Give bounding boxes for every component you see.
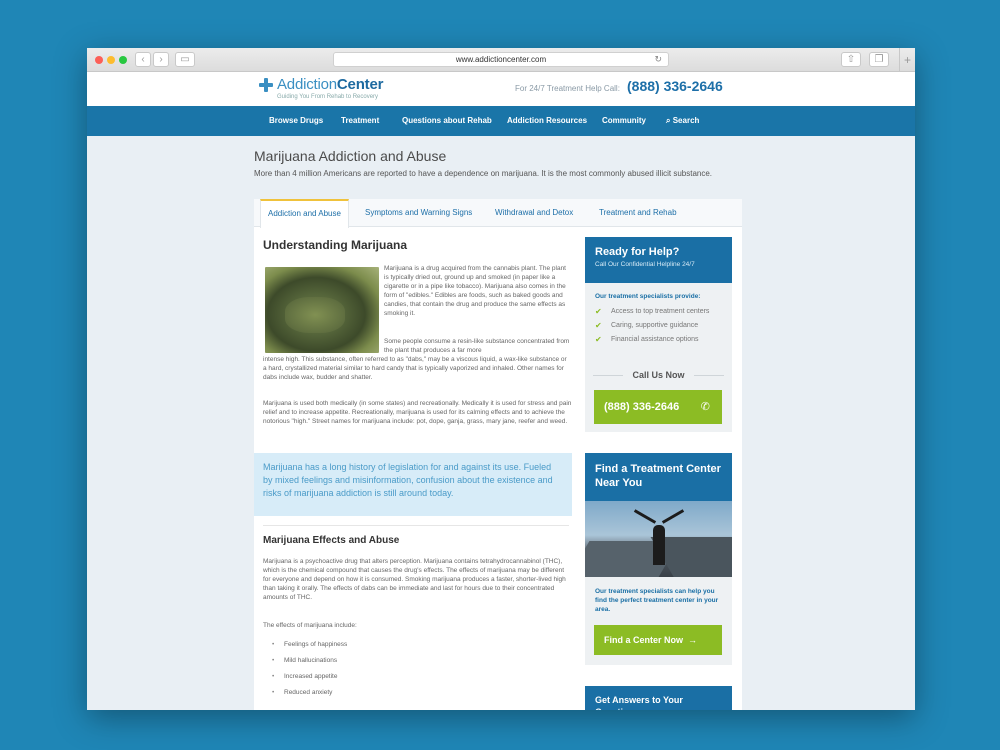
nav-questions-about-rehab[interactable]: Questions about Rehab <box>402 106 492 136</box>
arrow-right-icon: → <box>685 635 698 645</box>
nav-addiction-resources[interactable]: Addiction Resources <box>507 106 587 136</box>
tab-addiction-and-abuse[interactable]: Addiction and Abuse <box>260 199 349 228</box>
new-tab-icon[interactable]: + <box>899 48 915 72</box>
call-button[interactable]: (888) 336-2646 ✆ <box>594 390 722 424</box>
effects-intro: The effects of marijuana include: <box>263 622 357 629</box>
find-center-title: Find a Treatment Center Near You <box>585 453 732 501</box>
help-box-title: Ready for Help? <box>595 246 680 258</box>
helpline-number[interactable]: (888) 336-2646 <box>627 78 723 94</box>
back-icon[interactable]: ‹ <box>135 52 151 67</box>
call-button-label: (888) 336-2646 <box>604 401 680 413</box>
list-item: ✔ Access to top treatment centers <box>595 307 710 316</box>
logo-text: AddictionCenter <box>277 76 384 93</box>
help-box-header: Ready for Help? Call Our Confidential He… <box>585 237 732 283</box>
nav-community[interactable]: Community <box>602 106 646 136</box>
url-text: www.addictioncenter.com <box>455 55 547 64</box>
list-item: Mild hallucinations <box>272 653 347 669</box>
site-header: AddictionCenter Guiding You From Rehab t… <box>87 72 915 106</box>
provide-label: Our treatment specialists provide: <box>595 293 701 300</box>
article-paragraph-2b: intense high. This substance, often refe… <box>263 356 567 381</box>
check-icon: ✔ <box>595 321 602 330</box>
find-center-box: Find a Treatment Center Near You Our tre… <box>585 453 732 665</box>
help-box-subtitle: Call Our Confidential Helpline 24/7 <box>595 261 695 268</box>
help-box: Ready for Help? Call Our Confidential He… <box>585 237 732 432</box>
nav-treatment[interactable]: Treatment <box>341 106 379 136</box>
nav-search-label: Search <box>672 116 700 125</box>
marijuana-photo <box>265 267 379 353</box>
article-paragraph-4: Marijuana is a psychoactive drug that al… <box>263 558 566 601</box>
tab-bar: Addiction and Abuse Symptoms and Warning… <box>254 199 742 228</box>
find-center-button-label: Find a Center Now <box>604 635 684 645</box>
tab-withdrawal-and-detox[interactable]: Withdrawal and Detox <box>495 199 573 227</box>
article-paragraph-1: Marijuana is a drug acquired from the ca… <box>384 265 566 317</box>
list-item: ✔ Financial assistance options <box>595 335 699 344</box>
article-paragraph-2a: Some people consume a resin-like substan… <box>384 338 570 354</box>
tabs-icon[interactable]: ❐ <box>869 52 889 67</box>
forward-icon[interactable]: › <box>153 52 169 67</box>
browser-window: ‹ › ▭ www.addictioncenter.com ↻ ⇧ ❐ + Ad… <box>87 48 915 710</box>
reload-icon[interactable]: ↻ <box>654 53 662 66</box>
page-title: Marijuana Addiction and Abuse <box>254 148 447 164</box>
tab-symptoms-and-warning-signs[interactable]: Symptoms and Warning Signs <box>365 199 472 227</box>
page-description: More than 4 million Americans are report… <box>254 169 713 178</box>
pull-quote: Marijuana has a long history of legislat… <box>254 453 572 516</box>
effects-list: Feelings of happiness Mild hallucination… <box>272 637 347 701</box>
search-icon: ⌕ <box>666 116 671 125</box>
find-center-button[interactable]: Find a Center Now → <box>594 625 722 655</box>
close-window-button[interactable] <box>95 56 103 64</box>
list-item: ✔ Caring, supportive guidance <box>595 321 699 330</box>
helpline-label: For 24/7 Treatment Help Call: <box>515 84 620 93</box>
answers-box-title: Get Answers to Your Questions: <box>585 686 732 710</box>
share-icon[interactable]: ⇧ <box>841 52 861 67</box>
content-card: Addiction and Abuse Symptoms and Warning… <box>254 199 742 710</box>
check-icon: ✔ <box>595 307 602 316</box>
divider <box>263 525 569 526</box>
section-heading: Marijuana Effects and Abuse <box>263 535 400 546</box>
address-bar[interactable]: www.addictioncenter.com ↻ <box>333 52 669 67</box>
nav-browse-drugs[interactable]: Browse Drugs <box>269 106 323 136</box>
page-content: Marijuana Addiction and Abuse More than … <box>87 136 915 710</box>
main-nav: Browse Drugs Treatment Questions about R… <box>87 106 915 136</box>
browser-toolbar: ‹ › ▭ www.addictioncenter.com ↻ ⇧ ❐ + <box>87 48 915 72</box>
maximize-window-button[interactable] <box>119 56 127 64</box>
list-item: Reduced anxiety <box>272 685 347 701</box>
list-item: Feelings of happiness <box>272 637 347 653</box>
list-item: Increased appetite <box>272 669 347 685</box>
sidebar-icon[interactable]: ▭ <box>175 52 195 67</box>
article-heading: Understanding Marijuana <box>263 238 408 252</box>
article-paragraph-3: Marijuana is used both medically (in som… <box>263 400 572 425</box>
nav-search[interactable]: ⌕ Search <box>666 106 699 136</box>
phone-icon: ✆ <box>700 401 710 413</box>
find-center-text: Our treatment specialists can help you f… <box>595 588 719 613</box>
call-now-label: Call Us Now <box>593 370 724 380</box>
logo-cross-icon <box>259 78 273 92</box>
logo-tagline: Guiding You From Rehab to Recovery <box>277 94 379 100</box>
provide-list: ✔ Access to top treatment centers ✔ Caring… <box>595 307 725 349</box>
mountain-photo <box>585 501 732 577</box>
tab-treatment-and-rehab[interactable]: Treatment and Rehab <box>599 199 677 227</box>
minimize-window-button[interactable] <box>107 56 115 64</box>
check-icon: ✔ <box>595 335 602 344</box>
